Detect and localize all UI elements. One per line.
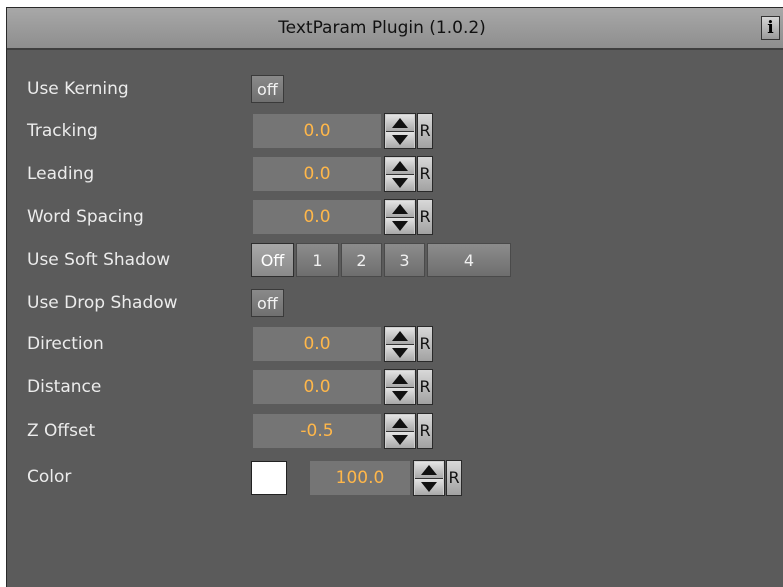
color-alpha-spinner[interactable] [413,460,445,496]
leading-input[interactable]: 0.0 [253,157,381,191]
arrow-up-icon[interactable] [386,371,414,388]
leading-label: Leading [27,164,95,184]
tracking-spinner[interactable] [384,113,416,149]
panel-title: TextParam Plugin (1.0.2) [278,18,486,38]
arrow-down-icon[interactable] [386,345,414,361]
word-spacing-spinner[interactable] [384,199,416,235]
tracking-label: Tracking [27,121,98,141]
soft-shadow-option-off[interactable]: Off [251,243,294,277]
distance-input[interactable]: 0.0 [253,370,381,404]
arrow-up-icon[interactable] [386,158,414,175]
direction-spinner[interactable] [384,326,416,362]
tracking-reset-button[interactable]: R [417,113,433,149]
arrow-down-icon[interactable] [386,218,414,234]
leading-spinner[interactable] [384,156,416,192]
arrow-up-icon[interactable] [386,115,414,132]
soft-shadow-option-4[interactable]: 4 [427,243,511,277]
word-spacing-input[interactable]: 0.0 [253,200,381,234]
distance-label: Distance [27,377,102,397]
title-bar: TextParam Plugin (1.0.2) i [7,8,783,50]
plugin-panel: TextParam Plugin (1.0.2) i Use Kerning o… [6,7,783,587]
z-offset-label: Z Offset [27,421,96,441]
soft-shadow-option-2[interactable]: 2 [341,243,382,277]
color-alpha-reset-button[interactable]: R [446,460,462,496]
z-offset-reset-button[interactable]: R [417,413,433,449]
arrow-up-icon[interactable] [415,462,443,479]
arrow-down-icon[interactable] [386,175,414,191]
direction-label: Direction [27,334,104,354]
color-alpha-input[interactable]: 100.0 [310,461,410,495]
color-label: Color [27,467,72,487]
use-kerning-label: Use Kerning [27,79,129,99]
arrow-down-icon[interactable] [386,132,414,148]
arrow-down-icon[interactable] [415,479,443,495]
use-drop-shadow-label: Use Drop Shadow [27,293,178,313]
tracking-input[interactable]: 0.0 [253,114,381,148]
distance-spinner[interactable] [384,369,416,405]
use-soft-shadow-label: Use Soft Shadow [27,250,171,270]
use-kerning-toggle[interactable]: off [251,75,284,103]
arrow-up-icon[interactable] [386,201,414,218]
use-drop-shadow-toggle[interactable]: off [251,289,284,317]
arrow-up-icon[interactable] [386,328,414,345]
direction-reset-button[interactable]: R [417,326,433,362]
arrow-down-icon[interactable] [386,432,414,448]
word-spacing-reset-button[interactable]: R [417,199,433,235]
arrow-up-icon[interactable] [386,415,414,432]
info-button[interactable]: i [761,16,780,40]
word-spacing-label: Word Spacing [27,207,144,227]
arrow-down-icon[interactable] [386,388,414,404]
z-offset-input[interactable]: -0.5 [253,414,381,448]
color-swatch[interactable] [251,461,287,495]
distance-reset-button[interactable]: R [417,369,433,405]
direction-input[interactable]: 0.0 [253,327,381,361]
z-offset-spinner[interactable] [384,413,416,449]
soft-shadow-option-3[interactable]: 3 [384,243,425,277]
soft-shadow-option-1[interactable]: 1 [296,243,339,277]
leading-reset-button[interactable]: R [417,156,433,192]
